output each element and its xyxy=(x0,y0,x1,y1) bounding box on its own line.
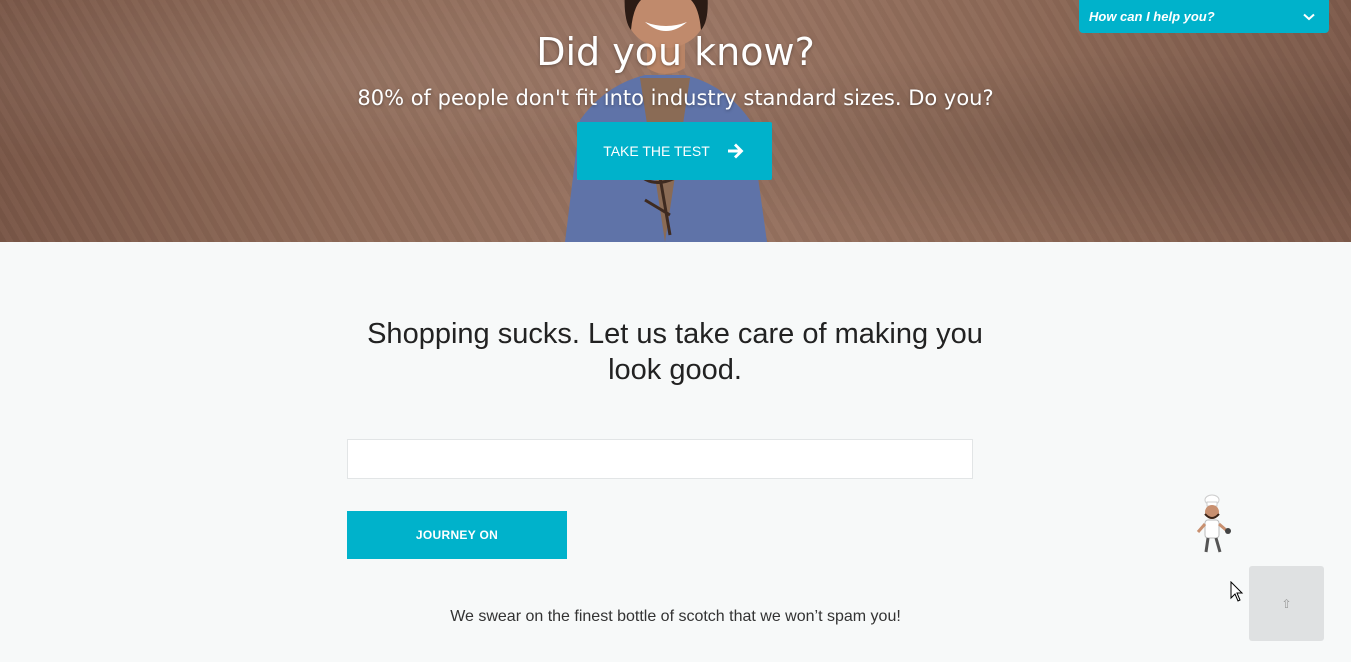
chef-mascot-icon xyxy=(1196,494,1231,553)
hero-title: Did you know? xyxy=(536,30,815,74)
chat-widget[interactable]: How can I help you? xyxy=(1079,0,1329,33)
arrow-right-icon xyxy=(727,143,744,159)
hero-subtitle: 80% of people don't fit into industry st… xyxy=(357,86,994,110)
chevron-down-icon xyxy=(1303,13,1315,20)
take-the-test-button[interactable]: TAKE THE TEST xyxy=(577,122,772,180)
journey-on-button[interactable]: JOURNEY ON xyxy=(347,511,567,559)
take-the-test-label: TAKE THE TEST xyxy=(603,143,710,159)
signup-heading: Shopping sucks. Let us take care of maki… xyxy=(367,318,983,386)
arrow-up-icon: ⇧ xyxy=(1281,596,1292,611)
hero-banner: Did you know? 80% of people don't fit in… xyxy=(0,0,1351,242)
spam-note: We swear on the finest bottle of scotch … xyxy=(450,608,901,625)
mouse-pointer-icon xyxy=(1230,581,1244,602)
back-to-top-button[interactable]: ⇧ xyxy=(1249,566,1324,641)
email-input[interactable] xyxy=(347,439,973,479)
chat-widget-label: How can I help you? xyxy=(1089,9,1215,24)
